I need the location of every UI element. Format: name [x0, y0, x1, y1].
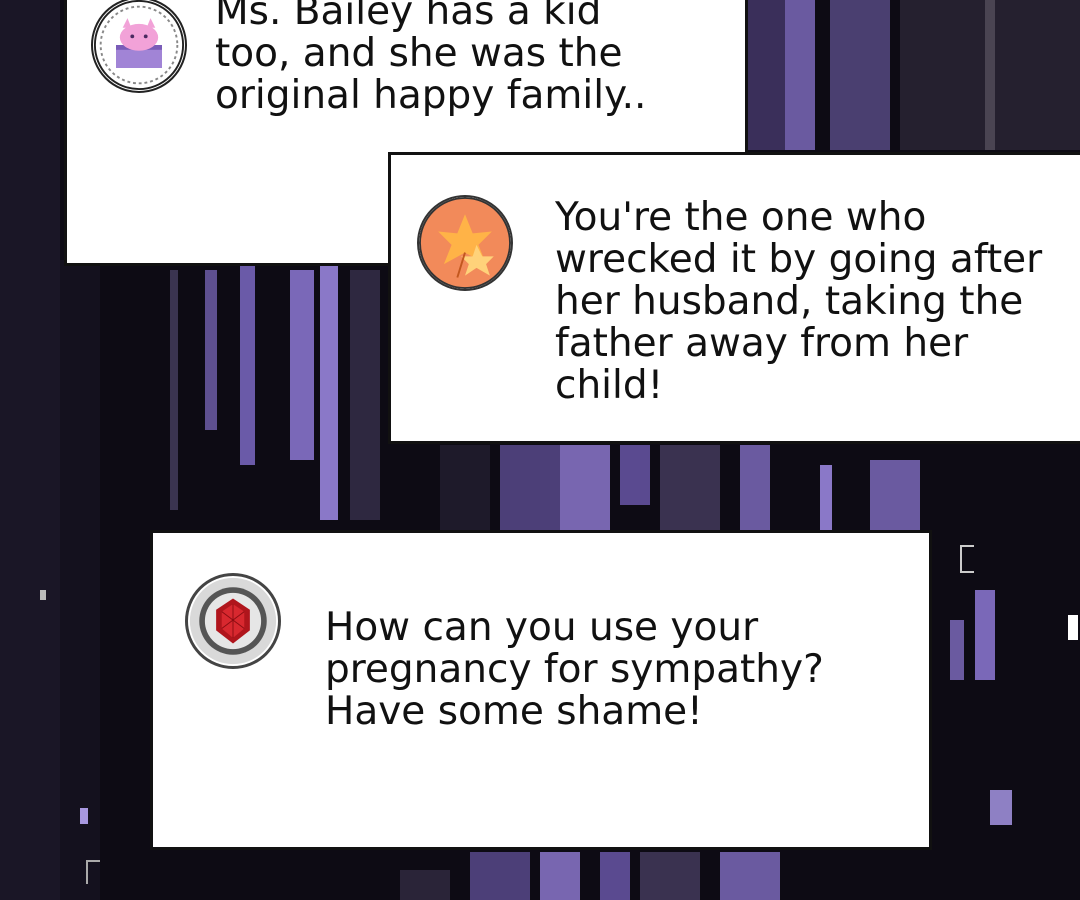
glitch-strip	[830, 0, 890, 150]
message-text: Ms. Bailey has a kid too, and she was th…	[215, 0, 647, 118]
glitch-strip	[170, 270, 178, 510]
glitch-strip	[40, 590, 46, 600]
glitch-strip	[540, 852, 580, 900]
glitch-strip	[400, 870, 450, 900]
glitch-strip	[950, 620, 964, 680]
glitch-strip	[560, 445, 610, 530]
autumn-maple-leaves-icon	[417, 195, 513, 291]
glitch-strip	[86, 860, 100, 884]
glitch-strip	[720, 852, 780, 900]
glitch-strip	[740, 445, 770, 530]
glitch-strip	[660, 445, 720, 530]
glitch-strip	[640, 852, 700, 900]
glitch-strip	[1068, 615, 1078, 640]
glitch-strip	[350, 270, 380, 520]
message-text: You're the one who wrecked it by going a…	[555, 195, 1043, 408]
glitch-strip	[80, 808, 88, 824]
glitch-strip	[60, 260, 100, 900]
glitch-strip	[0, 0, 60, 900]
purple-cat-in-box-icon	[91, 0, 187, 93]
message-text: How can you use your pregnancy for sympa…	[325, 605, 824, 734]
chat-bubble-3: How can you use your pregnancy for sympa…	[150, 530, 932, 850]
glitch-strip	[620, 445, 650, 505]
glitch-strip	[975, 590, 995, 680]
glitch-strip	[990, 790, 1012, 825]
glitch-strip	[600, 852, 630, 900]
chat-bubble-2: You're the one who wrecked it by going a…	[388, 152, 1080, 444]
glitch-strip	[320, 265, 338, 520]
glitch-strip	[240, 265, 255, 465]
glitch-strip	[985, 0, 995, 150]
glitch-strip	[745, 0, 785, 150]
glitch-strip	[960, 545, 974, 573]
glitch-strip	[440, 445, 490, 530]
glitch-strip	[785, 0, 815, 150]
glitch-strip	[500, 445, 560, 530]
glitch-strip	[290, 270, 314, 460]
glitch-strip	[205, 270, 217, 430]
glitch-strip	[870, 460, 920, 530]
glitch-strip	[470, 852, 530, 900]
glitch-strip	[820, 465, 832, 530]
red-gem-emblem-icon	[185, 573, 281, 669]
